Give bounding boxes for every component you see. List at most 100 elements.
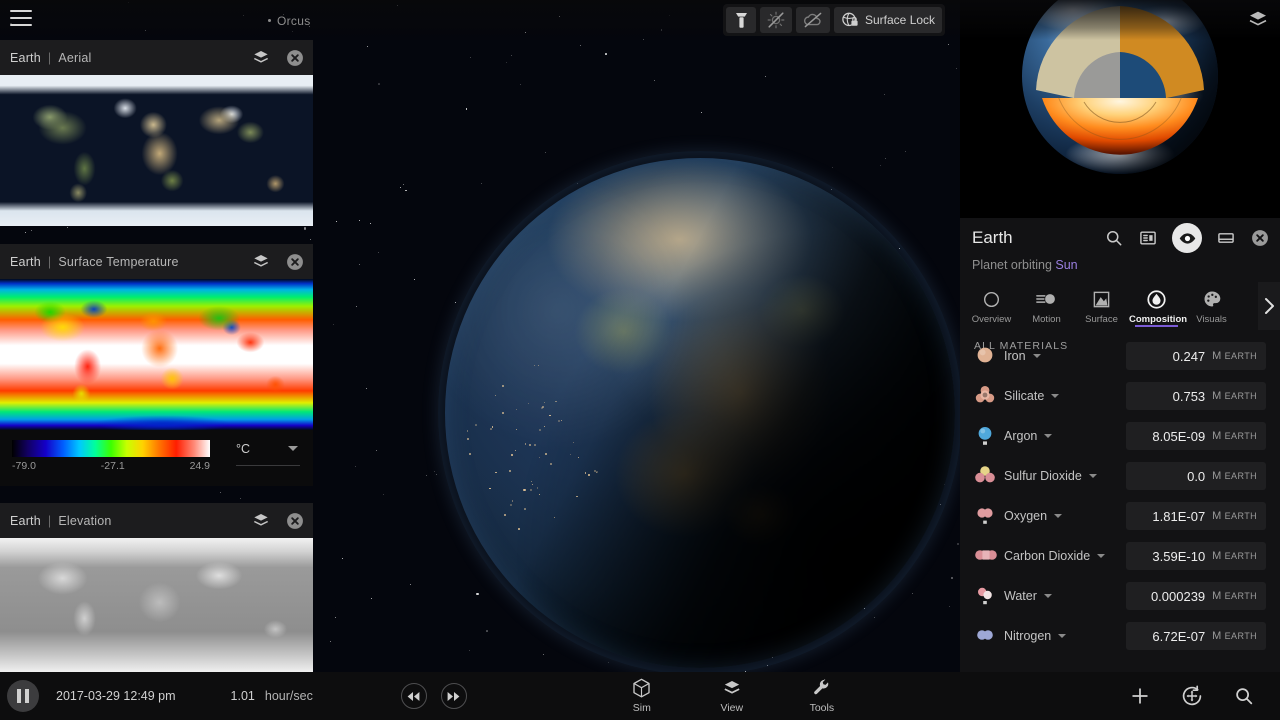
map-image-surface-temperature[interactable] — [0, 279, 313, 430]
star — [370, 597, 372, 599]
tab-surface[interactable]: Surface — [1074, 287, 1129, 325]
hamburger-menu-icon[interactable] — [10, 10, 32, 30]
material-value: 0.0 — [1187, 468, 1206, 484]
page-title: Earth — [972, 228, 1013, 247]
material-value-field[interactable]: 0.0 M EARTH — [1126, 462, 1266, 490]
material-row[interactable]: Oxygen 1.81E-07 M EARTH — [960, 496, 1280, 536]
map-title-separator: | — [47, 513, 52, 528]
eye-icon[interactable] — [1172, 223, 1202, 253]
chevron-down-icon[interactable] — [1097, 554, 1106, 558]
chevron-down-icon[interactable] — [1032, 354, 1041, 358]
plus-icon[interactable] — [1126, 682, 1154, 710]
material-row[interactable]: Sulfur Dioxide 0.0 M EARTH — [960, 456, 1280, 496]
bottom-bar: 2017-03-29 12:49 pm 1.01 hour/sec Sim Vi… — [0, 672, 1280, 720]
chevron-down-icon[interactable] — [1044, 434, 1053, 438]
search-icon[interactable] — [1230, 682, 1258, 710]
star — [653, 79, 656, 82]
city-light — [524, 508, 526, 510]
material-row[interactable]: Silicate 0.753 M EARTH — [960, 376, 1280, 416]
star — [883, 94, 885, 96]
material-value-field[interactable]: 8.05E-09 M EARTH — [1126, 422, 1266, 450]
material-row[interactable]: Nitrogen 6.72E-07 M EARTH — [960, 616, 1280, 656]
flashlight-toggle[interactable] — [726, 7, 756, 33]
menu-item-tools[interactable]: Tools — [799, 678, 845, 714]
material-row[interactable]: Argon 8.05E-09 M EARTH — [960, 416, 1280, 456]
globe-surface — [445, 158, 955, 668]
rate-unit: hour/sec — [264, 689, 313, 703]
clouds-toggle[interactable] — [796, 7, 830, 33]
simulation-date[interactable]: 2017-03-29 12:49 pm — [56, 689, 176, 703]
pause-bar — [17, 689, 21, 703]
tab-label: Motion — [1032, 314, 1061, 325]
tab-visuals[interactable]: Visuals — [1184, 287, 1239, 325]
tab-overview[interactable]: Overview — [964, 287, 1019, 325]
legend-mid: -27.1 — [100, 460, 125, 472]
chevron-down-icon[interactable] — [1051, 394, 1060, 398]
material-row[interactable]: Water 0.000239 M EARTH — [960, 576, 1280, 616]
motion-icon — [1019, 289, 1074, 309]
city-light — [490, 428, 492, 430]
chevron-down-icon[interactable] — [1058, 634, 1067, 638]
selected-object-label[interactable]: Orcus — [268, 14, 311, 28]
map-panel-header: Earth | Elevation — [0, 503, 313, 538]
circle-icon — [964, 289, 1019, 309]
material-value-field[interactable]: 0.753 M EARTH — [1126, 382, 1266, 410]
material-row[interactable]: Carbon Dioxide 3.59E-10 M EARTH — [960, 536, 1280, 576]
chevron-down-icon[interactable] — [1054, 514, 1063, 518]
material-value-field[interactable]: 6.72E-07 M EARTH — [1126, 622, 1266, 650]
atmosphere-toggle[interactable] — [760, 7, 792, 33]
main-menu: Sim View Tools — [619, 678, 845, 714]
star — [405, 189, 407, 192]
material-name: Argon — [1004, 429, 1038, 443]
map-panel-aerial: Earth | Aerial — [0, 40, 313, 226]
tab-motion[interactable]: Motion — [1019, 287, 1074, 325]
city-light — [530, 480, 532, 482]
tab-composition[interactable]: Composition — [1129, 287, 1187, 327]
earth-globe[interactable] — [445, 158, 955, 668]
layers-icon[interactable] — [251, 48, 271, 68]
city-light — [517, 527, 520, 530]
star — [465, 108, 468, 110]
chevron-down-icon[interactable] — [1043, 594, 1052, 598]
menu-item-view[interactable]: View — [709, 678, 755, 714]
view-tool-cluster: Surface Lock — [723, 4, 946, 36]
layers-icon[interactable] — [1246, 8, 1270, 32]
material-value-field[interactable]: 0.247 M EARTH — [1126, 342, 1266, 370]
close-icon[interactable] — [1250, 228, 1270, 248]
menu-label: View — [720, 702, 744, 714]
material-value-field[interactable]: 1.81E-07 M EARTH — [1126, 502, 1266, 530]
layers-icon[interactable] — [251, 511, 271, 531]
surface-lock-button[interactable]: Surface Lock — [834, 7, 943, 33]
rewind-icon[interactable] — [400, 683, 427, 709]
legend-unit-select[interactable]: °C — [236, 440, 300, 466]
map-image-aerial[interactable] — [0, 75, 313, 226]
star — [369, 222, 371, 224]
star — [378, 83, 380, 85]
material-row[interactable]: Iron 0.247 M EARTH — [960, 336, 1280, 376]
info-list-icon[interactable] — [1138, 228, 1158, 248]
fast-forward-icon[interactable] — [440, 683, 467, 709]
chevron-right-icon[interactable] — [1258, 282, 1280, 330]
layers-icon[interactable] — [251, 252, 271, 272]
material-value-field[interactable]: 0.000239 M EARTH — [1126, 582, 1266, 610]
timeline-icon[interactable] — [1216, 228, 1236, 248]
search-icon[interactable] — [1104, 228, 1124, 248]
close-icon[interactable] — [285, 48, 305, 68]
material-value-field[interactable]: 3.59E-10 M EARTH — [1126, 542, 1266, 570]
close-icon[interactable] — [285, 252, 305, 272]
time-rate[interactable]: 1.01 hour/sec — [231, 689, 313, 703]
pause-icon[interactable] — [7, 680, 39, 712]
material-value: 6.72E-07 — [1152, 628, 1206, 644]
recenter-icon[interactable] — [1178, 682, 1206, 710]
chevron-down-icon — [288, 446, 298, 451]
parent-body-link[interactable]: Sun — [1055, 258, 1077, 272]
wrench-icon — [799, 678, 845, 698]
chevron-down-icon[interactable] — [1088, 474, 1097, 478]
materials-list[interactable]: Iron 0.247 M EARTH Silicate 0.753 M EARTH Argo… — [960, 336, 1280, 672]
cube-icon — [619, 678, 665, 698]
star — [435, 474, 437, 476]
close-icon[interactable] — [285, 511, 305, 531]
map-image-elevation[interactable] — [0, 538, 313, 672]
menu-item-sim[interactable]: Sim — [619, 678, 665, 714]
star — [359, 220, 361, 222]
